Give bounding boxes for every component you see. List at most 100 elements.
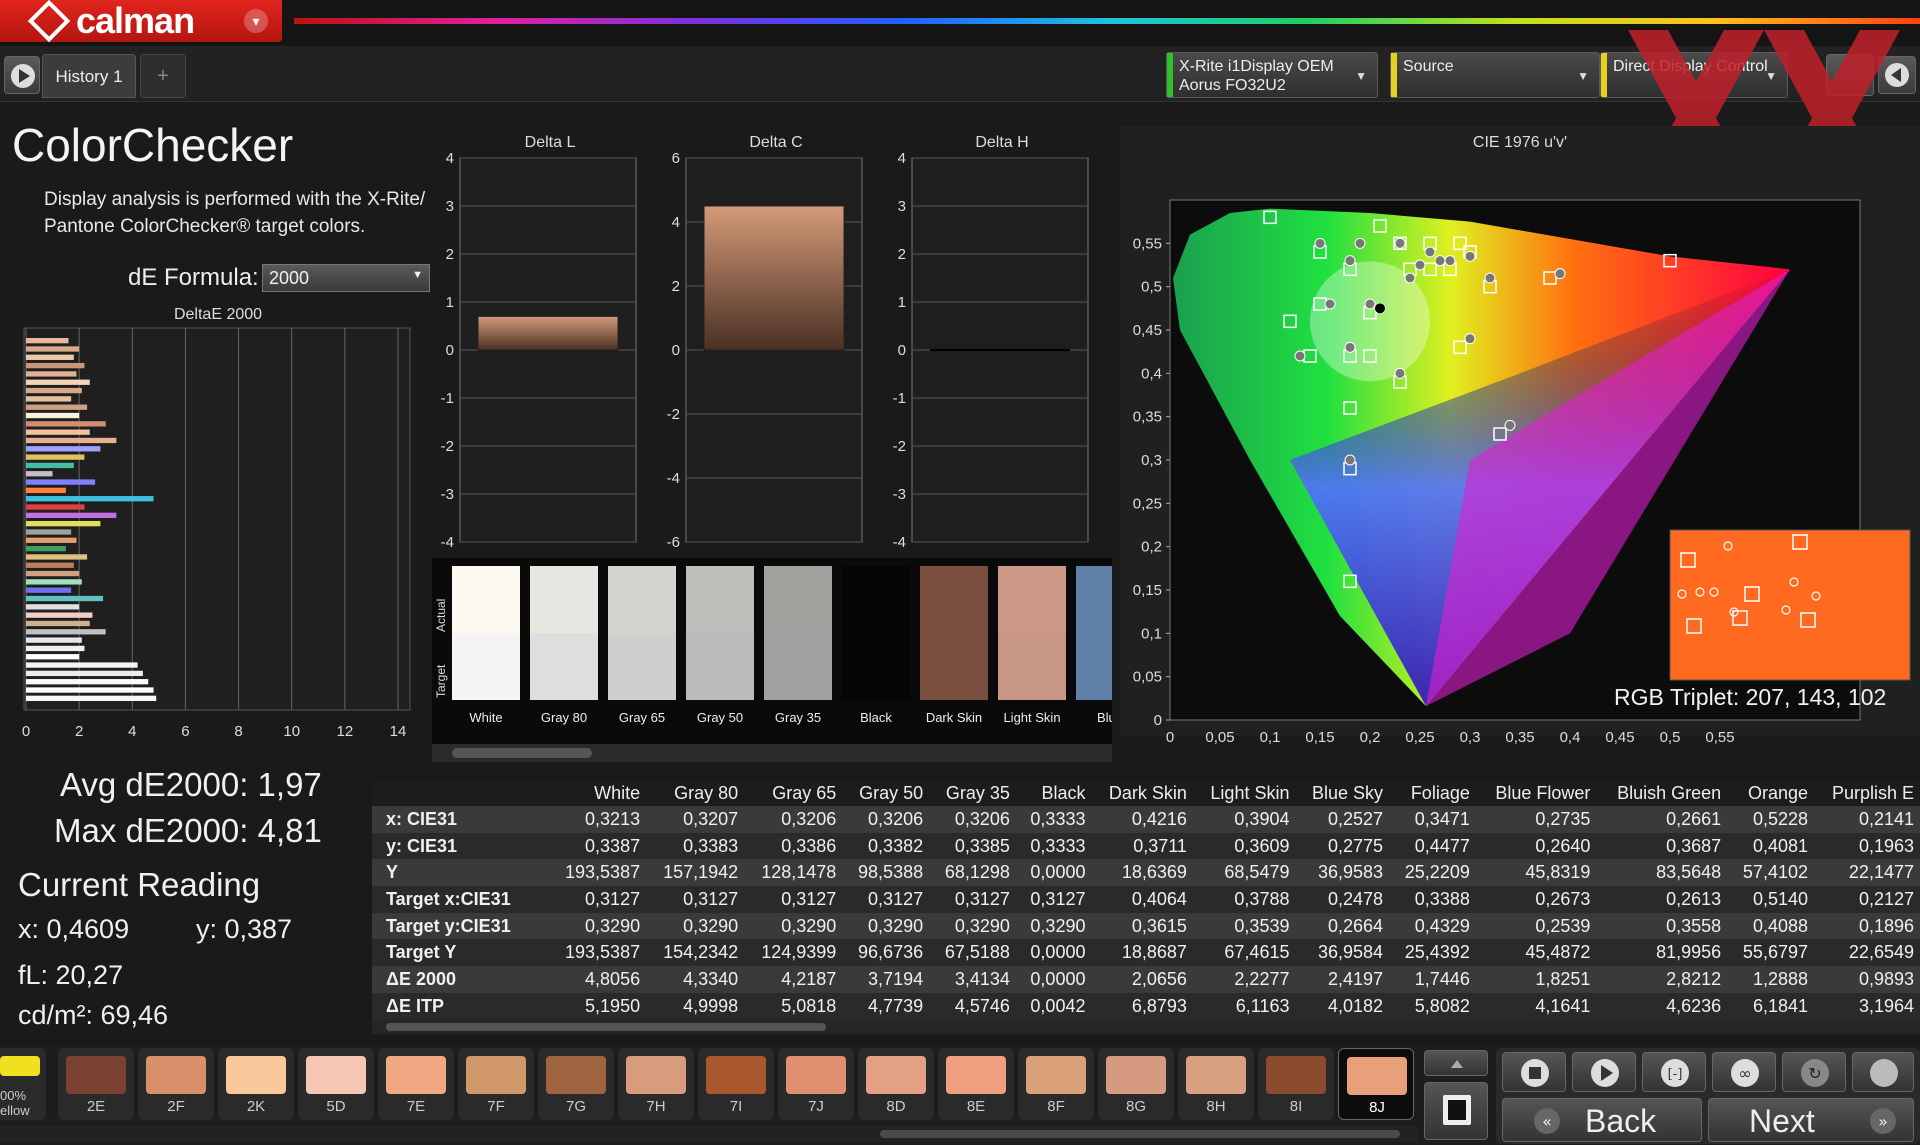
app-logo-button[interactable]: calman ▾ xyxy=(0,0,282,43)
swatch-target xyxy=(920,633,988,700)
options-button[interactable] xyxy=(1852,1052,1914,1092)
continuous-button[interactable]: ∞ xyxy=(1712,1052,1776,1092)
actual-marker xyxy=(1394,367,1406,379)
swatch xyxy=(920,566,988,700)
scroll-thumb[interactable] xyxy=(386,1023,826,1031)
table-cell: 0,3206 xyxy=(744,806,843,833)
display-name: Aorus FO32U2 xyxy=(1179,77,1286,94)
table-cell: 0,3290 xyxy=(646,912,745,940)
delta-chart: 6 4 2 0 -2 -4 -6 xyxy=(667,150,863,550)
back-button[interactable]: « Back xyxy=(1502,1098,1702,1142)
swatch-label: Light Skin xyxy=(1003,710,1061,725)
workflow-step[interactable]: 8E xyxy=(938,1048,1014,1120)
chevron-down-icon: ▾ xyxy=(244,9,268,33)
deltae-bar xyxy=(26,404,88,410)
column-header: Purplish E xyxy=(1831,782,1914,803)
workflow-step[interactable]: 8J xyxy=(1338,1048,1414,1120)
workflow-step[interactable]: 2E xyxy=(58,1048,134,1120)
table-scrollbar[interactable] xyxy=(372,1020,1920,1034)
tick-label: 0,25 xyxy=(1405,729,1434,746)
table-cell: 1,7446 xyxy=(1389,966,1476,993)
page-description: Display analysis is performed with the X… xyxy=(44,189,426,237)
refresh-button[interactable]: ↻ xyxy=(1782,1052,1846,1092)
workflow-step[interactable]: 7G xyxy=(538,1048,614,1120)
rgb-triplet: RGB Triplet: 207, 143, 102 xyxy=(1614,684,1887,710)
table-row: ΔE ITP 5,1950 4,9998 5,0818 4,7739 4,5746 0,00… xyxy=(372,992,1920,1020)
read-series-button[interactable]: [-] xyxy=(1642,1052,1706,1092)
delta-bar xyxy=(703,205,845,351)
workflow-step[interactable]: 2F xyxy=(138,1048,214,1120)
row-header: Target y:CIE31 xyxy=(372,912,548,940)
table-cell: 68,1298 xyxy=(929,859,1016,887)
reading-x: x: 0,4609 xyxy=(18,914,130,944)
column-header: Black xyxy=(1041,782,1086,803)
tab-history[interactable]: History 1 xyxy=(42,54,136,98)
stop-all-button[interactable] xyxy=(1424,1082,1488,1140)
play-button[interactable] xyxy=(4,56,40,94)
table-cell: 67,5188 xyxy=(929,939,1016,967)
deltae-bar xyxy=(26,421,106,427)
step-color-chip xyxy=(866,1056,926,1094)
step-color-chip xyxy=(466,1056,526,1094)
tick-label: -2 xyxy=(441,438,454,455)
table-cell: 6,8793 xyxy=(1091,992,1193,1020)
workflow-step[interactable]: 8F xyxy=(1018,1048,1094,1120)
tick-label: 0,1 xyxy=(1260,729,1281,746)
workflow-step[interactable]: 8D xyxy=(858,1048,934,1120)
status-stripe xyxy=(1391,53,1397,97)
add-tab-button[interactable]: + xyxy=(140,54,186,98)
step-color-chip xyxy=(706,1056,766,1094)
svg-text:[-]: [-] xyxy=(1668,1067,1683,1082)
step-label: 8J xyxy=(1369,1099,1385,1116)
play-measure-button[interactable] xyxy=(1572,1052,1636,1092)
tick-label: -3 xyxy=(441,486,454,503)
table-cell: 0,3904 xyxy=(1192,806,1296,833)
swatch xyxy=(1076,566,1112,700)
scroll-thumb[interactable] xyxy=(880,1130,1400,1138)
tick-label: 0,2 xyxy=(1360,729,1381,746)
swatch-target xyxy=(452,633,520,700)
next-button[interactable]: Next » xyxy=(1708,1098,1914,1142)
row-header: x: CIE31 xyxy=(372,806,548,833)
table-cell: 25,4392 xyxy=(1389,939,1476,967)
workflow-step[interactable]: 00% ellow xyxy=(0,1048,46,1120)
tick-label: -6 xyxy=(667,534,680,550)
workflow-step[interactable]: 8G xyxy=(1098,1048,1174,1120)
scroll-thumb[interactable] xyxy=(452,748,592,758)
workflow-step[interactable]: 7J xyxy=(778,1048,854,1120)
workflow-step[interactable]: 7E xyxy=(378,1048,454,1120)
workflow-step[interactable]: 7I xyxy=(698,1048,774,1120)
workflow-step[interactable]: 8H xyxy=(1178,1048,1254,1120)
workflow-step[interactable]: 7F xyxy=(458,1048,534,1120)
step-color-chip xyxy=(1266,1056,1326,1094)
swatch-actual xyxy=(452,566,520,633)
table-cell: 45,4872 xyxy=(1475,939,1597,967)
workflow-step[interactable]: 7H xyxy=(618,1048,694,1120)
infinity-icon: ∞ xyxy=(1731,1059,1759,1087)
table-cell: 0,3127 xyxy=(744,886,843,913)
meter-selector[interactable]: X-Rite i1Display OEM Aorus FO32U2 ▼ xyxy=(1166,52,1378,98)
tick-label: -1 xyxy=(441,390,454,407)
column-header: Light Skin xyxy=(1210,782,1290,803)
swatch-target xyxy=(998,633,1066,700)
swatch-actual xyxy=(920,566,988,633)
stop-button[interactable] xyxy=(1502,1052,1566,1092)
deltae-bar xyxy=(26,612,93,618)
bottom-scrollbar[interactable] xyxy=(0,1126,1418,1142)
source-selector[interactable]: Source ▼ xyxy=(1390,52,1600,98)
de-formula-select[interactable]: 2000 ▼ xyxy=(262,264,430,292)
table-cell: 0,2539 xyxy=(1475,912,1597,940)
deltae-bar xyxy=(26,695,157,701)
table-cell: 0,0000 xyxy=(1015,859,1092,887)
table-cell: 3,4134 xyxy=(929,966,1016,993)
workflow-step[interactable]: 5D xyxy=(298,1048,374,1120)
workflow-step[interactable]: 2K xyxy=(218,1048,294,1120)
scroll-up-button[interactable] xyxy=(1424,1050,1488,1076)
table-cell: 4,2187 xyxy=(744,966,843,993)
tick-label: 1 xyxy=(446,294,454,311)
deltae-bar xyxy=(26,371,77,377)
tick-label: 0,4 xyxy=(1560,729,1581,746)
swatch-scrollbar[interactable] xyxy=(432,744,1112,762)
workflow-step[interactable]: 8I xyxy=(1258,1048,1334,1120)
swatch-label: Gray 65 xyxy=(618,710,666,725)
